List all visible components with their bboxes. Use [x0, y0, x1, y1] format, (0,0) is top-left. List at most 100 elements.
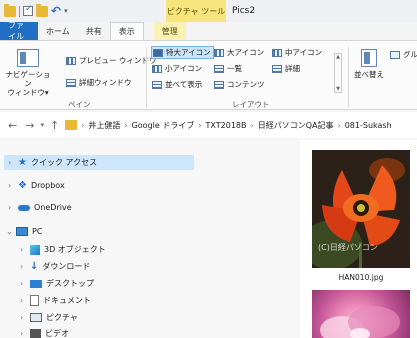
- nav-item-quick-access[interactable]: › ★ クイック アクセス: [4, 155, 194, 170]
- nav-item-downloads[interactable]: › ↓ ダウンロード: [20, 261, 90, 272]
- sort-label: 並べ替え: [354, 70, 384, 79]
- layout-label: 小アイコン: [165, 64, 203, 73]
- properties-icon[interactable]: [23, 4, 33, 16]
- tab-home[interactable]: ホーム: [38, 22, 78, 40]
- nav-item-label: PC: [32, 227, 43, 236]
- breadcrumb-item[interactable]: TXT2018B: [206, 121, 247, 130]
- chevron-up-icon[interactable]: ▲: [336, 54, 340, 60]
- tab-view[interactable]: 表示: [109, 22, 144, 40]
- medium-icons-icon: [272, 48, 282, 57]
- chevron-right-icon[interactable]: ›: [8, 158, 14, 167]
- tab-share[interactable]: 共有: [78, 22, 110, 40]
- new-folder-icon[interactable]: [36, 3, 48, 17]
- breadcrumb-separator[interactable]: ›: [251, 121, 254, 130]
- nav-item-videos[interactable]: › ビデオ: [20, 328, 69, 338]
- desktop-icon: [30, 279, 42, 288]
- nav-item-documents[interactable]: › ドキュメント: [20, 295, 91, 306]
- details-pane-icon: [66, 78, 76, 87]
- chevron-down-icon[interactable]: ▼: [336, 86, 340, 92]
- breadcrumb-item[interactable]: 井上健語: [88, 120, 120, 131]
- nav-item-label: Dropbox: [30, 181, 65, 190]
- layout-list[interactable]: 一覧: [214, 63, 242, 74]
- chevron-right-icon[interactable]: ›: [8, 181, 14, 190]
- layout-label: 詳細: [285, 64, 300, 73]
- chevron-right-icon[interactable]: ›: [20, 245, 26, 254]
- undo-icon[interactable]: ↶: [51, 5, 61, 17]
- forward-arrow-icon[interactable]: →: [25, 119, 34, 132]
- preview-pane-button[interactable]: プレビュー ウィンドウ: [66, 55, 156, 66]
- breadcrumb[interactable]: › 井上健語 › Google ドライブ › TXT2018B › 日経パソコン…: [65, 120, 392, 131]
- chevron-down-icon[interactable]: ⌄: [6, 227, 13, 236]
- small-icons-icon: [152, 64, 162, 73]
- divider: [19, 5, 20, 17]
- layout-small-icons[interactable]: 小アイコン: [152, 63, 202, 74]
- pink-flower-image: [320, 306, 400, 338]
- nav-item-pictures[interactable]: › ピクチャ: [20, 312, 78, 323]
- layout-gallery-scroll[interactable]: ▲ ▼: [334, 53, 342, 93]
- nav-item-desktop[interactable]: › デスクトップ: [20, 278, 94, 289]
- group-by-label: グル: [403, 50, 417, 59]
- sort-by-button[interactable]: 並べ替え: [354, 49, 384, 79]
- layout-label: コンテンツ: [227, 80, 265, 89]
- videos-icon: [30, 328, 41, 338]
- nav-item-onedrive[interactable]: › OneDrive: [8, 203, 72, 212]
- nav-item-label: デスクトップ: [46, 279, 94, 288]
- group-label-layout: レイアウト: [232, 100, 270, 109]
- chevron-right-icon[interactable]: ›: [20, 313, 26, 322]
- chevron-right-icon[interactable]: ›: [20, 262, 26, 271]
- star-icon: ★: [18, 157, 27, 168]
- nav-item-label: ビデオ: [45, 329, 69, 338]
- tab-manage[interactable]: 管理: [153, 22, 186, 40]
- address-row: ← → ▾ ↑ › 井上健語 › Google ドライブ › TXT2018B …: [0, 112, 417, 138]
- preview-pane-icon: [66, 56, 76, 65]
- breadcrumb-separator[interactable]: ›: [198, 121, 201, 130]
- ribbon-panel: ナビゲーション ウィンドウ▾ プレビュー ウィンドウ 詳細ウィンドウ ペイン 特…: [0, 40, 417, 110]
- folder-icon: [65, 120, 78, 130]
- back-arrow-icon[interactable]: ←: [8, 119, 17, 132]
- preview-pane-label: プレビュー ウィンドウ: [79, 56, 157, 65]
- 3d-objects-icon: [30, 244, 40, 255]
- title-bar: ↶ ▾ ピクチャ ツール Pics2: [0, 0, 417, 22]
- breadcrumb-item[interactable]: Google ドライブ: [132, 120, 195, 131]
- up-arrow-icon[interactable]: ↑: [50, 119, 59, 132]
- chevron-right-icon[interactable]: ›: [20, 279, 26, 288]
- sort-icon: [361, 49, 377, 67]
- chevron-right-icon[interactable]: ›: [8, 203, 14, 212]
- nav-item-dropbox[interactable]: › ❖ Dropbox: [8, 180, 65, 191]
- divider: [348, 47, 349, 107]
- file-list: (C)日経パソコン HAN010.jpg: [300, 140, 417, 338]
- ribbon-tabs: ファイル ホーム 共有 表示 管理: [0, 21, 417, 41]
- layout-details[interactable]: 詳細: [272, 63, 300, 74]
- file-name[interactable]: HAN010.jpg: [312, 273, 410, 282]
- chevron-right-icon[interactable]: ›: [20, 296, 26, 305]
- breadcrumb-separator[interactable]: ›: [124, 121, 127, 130]
- group-by-button[interactable]: グル: [390, 49, 417, 60]
- details-pane-button[interactable]: 詳細ウィンドウ: [66, 77, 132, 88]
- download-icon: ↓: [30, 261, 39, 272]
- window-title: Pics2: [232, 6, 256, 16]
- layout-extra-large-icons[interactable]: 特大アイコン: [151, 46, 214, 59]
- tab-file[interactable]: ファイル: [0, 21, 38, 41]
- tiles-icon: [152, 80, 162, 89]
- breadcrumb-separator[interactable]: ›: [81, 121, 84, 130]
- file-thumbnail-poppy[interactable]: (C)日経パソコン: [312, 150, 410, 268]
- nav-item-pc[interactable]: ⌄ PC: [6, 227, 42, 236]
- breadcrumb-separator[interactable]: ›: [338, 121, 341, 130]
- nav-item-label: 3D オブジェクト: [44, 245, 106, 254]
- recent-locations-chevron-icon[interactable]: ▾: [40, 121, 44, 129]
- navigation-pane-button[interactable]: ナビゲーション ウィンドウ▾: [4, 49, 52, 97]
- layout-tiles[interactable]: 並べて表示: [152, 79, 202, 90]
- customize-dropdown-icon[interactable]: ▾: [64, 7, 68, 15]
- quick-access-toolbar: ↶ ▾: [0, 3, 68, 17]
- nav-item-label: クイック アクセス: [30, 158, 98, 167]
- nav-item-3d-objects[interactable]: › 3D オブジェクト: [20, 244, 106, 255]
- layout-large-icons[interactable]: 大アイコン: [214, 47, 264, 58]
- chevron-right-icon[interactable]: ›: [20, 329, 26, 338]
- breadcrumb-item[interactable]: 日経パソコンQA記事: [258, 120, 334, 131]
- layout-medium-icons[interactable]: 中アイコン: [272, 47, 322, 58]
- layout-content[interactable]: コンテンツ: [214, 79, 265, 90]
- file-thumbnail-pink-flower[interactable]: [312, 290, 410, 338]
- group-by-icon: [390, 50, 400, 59]
- breadcrumb-item[interactable]: 081-Sukash: [345, 121, 392, 130]
- navigation-pane-label: ナビゲーション ウィンドウ▾: [5, 70, 51, 97]
